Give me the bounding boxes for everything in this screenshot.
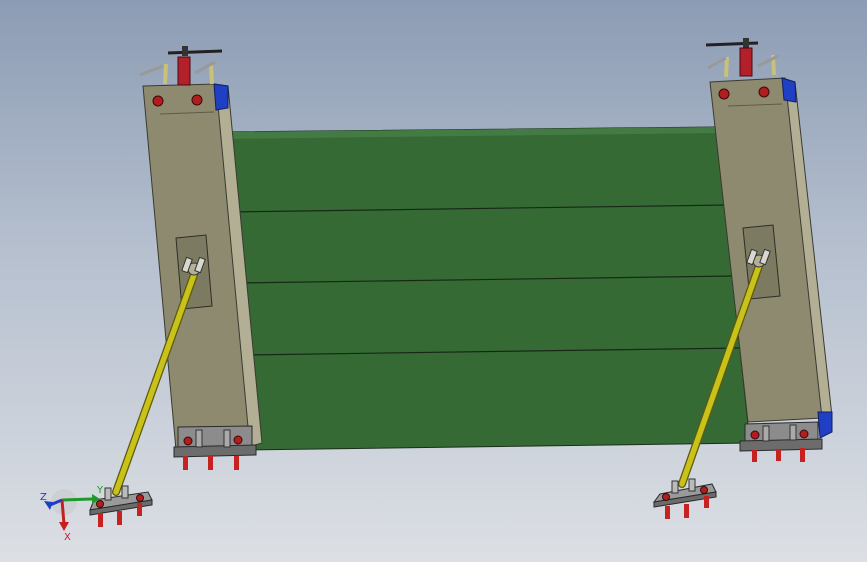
left-top-clamp [139, 46, 223, 86]
x-axis-arrow [60, 499, 66, 525]
y-axis-arrow [61, 497, 93, 502]
z-axis-label: Z [40, 492, 47, 503]
right-top-clamp [705, 38, 779, 78]
left-column-end-cap [213, 83, 229, 111]
bolt-icon [718, 88, 730, 100]
cad-viewport[interactable]: Y X Z [0, 0, 867, 562]
right-column-bottom-cap [817, 411, 833, 439]
right-bottom-bracket [739, 421, 823, 462]
left-bottom-bracket [173, 425, 257, 470]
bolt-icon [191, 94, 203, 106]
bolt-icon [152, 95, 164, 107]
right-column-end-cap [781, 77, 797, 103]
y-axis-label: Y [96, 485, 104, 496]
green-panel [217, 126, 751, 451]
bolt-icon [758, 86, 770, 98]
assembly-drawing: Y X Z [40, 38, 833, 543]
x-axis-label: X [64, 532, 71, 543]
